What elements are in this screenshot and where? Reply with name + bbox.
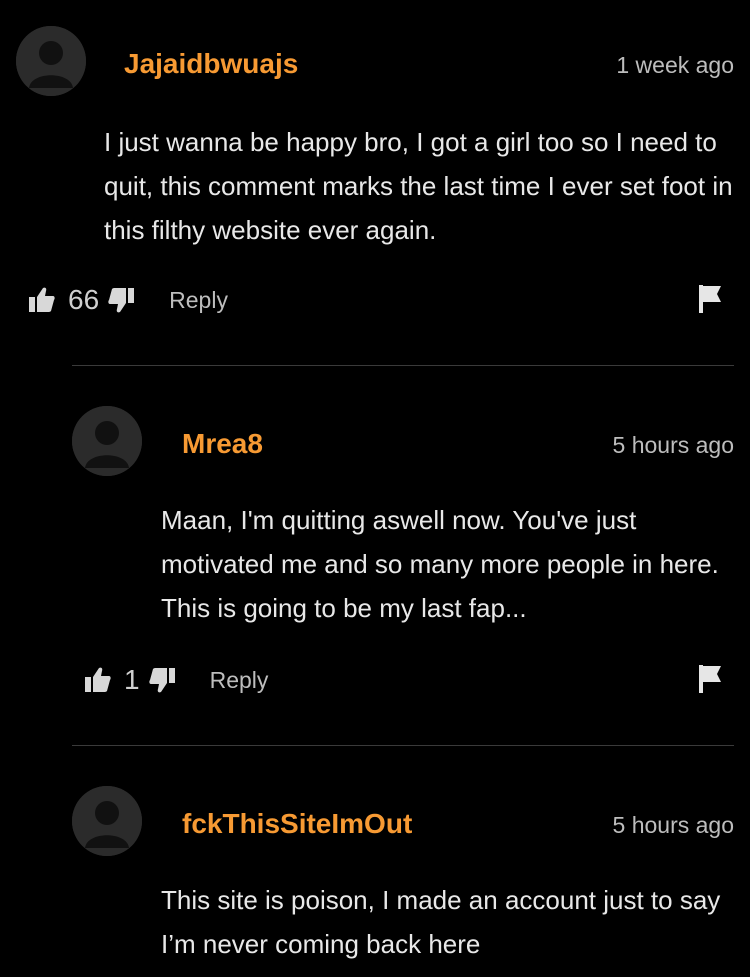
avatar-placeholder-icon xyxy=(16,26,86,96)
username[interactable]: Mrea8 xyxy=(182,428,263,460)
comment-text: Maan, I'm quitting aswell now. You've ju… xyxy=(161,505,719,623)
flag-icon[interactable] xyxy=(698,284,722,319)
comment-actions: 66 Reply xyxy=(28,280,228,320)
thumbs-down-icon[interactable] xyxy=(148,666,176,694)
flag-icon[interactable] xyxy=(698,664,722,699)
divider xyxy=(72,745,734,746)
comment-thread: Jajaidbwuajs 1 week ago I just wanna be … xyxy=(0,0,750,977)
timestamp: 5 hours ago xyxy=(612,432,734,458)
like-count: 66 xyxy=(68,284,100,315)
comment-text: I just wanna be happy bro, I got a girl … xyxy=(104,127,733,245)
avatar[interactable] xyxy=(72,406,142,476)
timestamp: 5 hours ago xyxy=(612,812,734,838)
like-count: 1 xyxy=(124,664,140,695)
username[interactable]: fckThisSiteImOut xyxy=(182,808,412,840)
avatar[interactable] xyxy=(16,26,86,96)
thumbs-up-icon[interactable] xyxy=(28,286,56,314)
thumbs-down-icon[interactable] xyxy=(107,286,135,314)
reply-button[interactable]: Reply xyxy=(169,287,228,314)
username[interactable]: Jajaidbwuajs xyxy=(124,48,298,80)
timestamp: 1 week ago xyxy=(616,52,734,78)
comment-text: This site is poison, I made an account j… xyxy=(161,885,721,959)
comment-actions: 1 Reply xyxy=(84,660,268,700)
divider xyxy=(72,365,734,366)
avatar-placeholder-icon xyxy=(72,786,142,856)
thumbs-up-icon[interactable] xyxy=(84,666,112,694)
reply-button[interactable]: Reply xyxy=(210,667,269,694)
avatar[interactable] xyxy=(72,786,142,856)
avatar-placeholder-icon xyxy=(72,406,142,476)
